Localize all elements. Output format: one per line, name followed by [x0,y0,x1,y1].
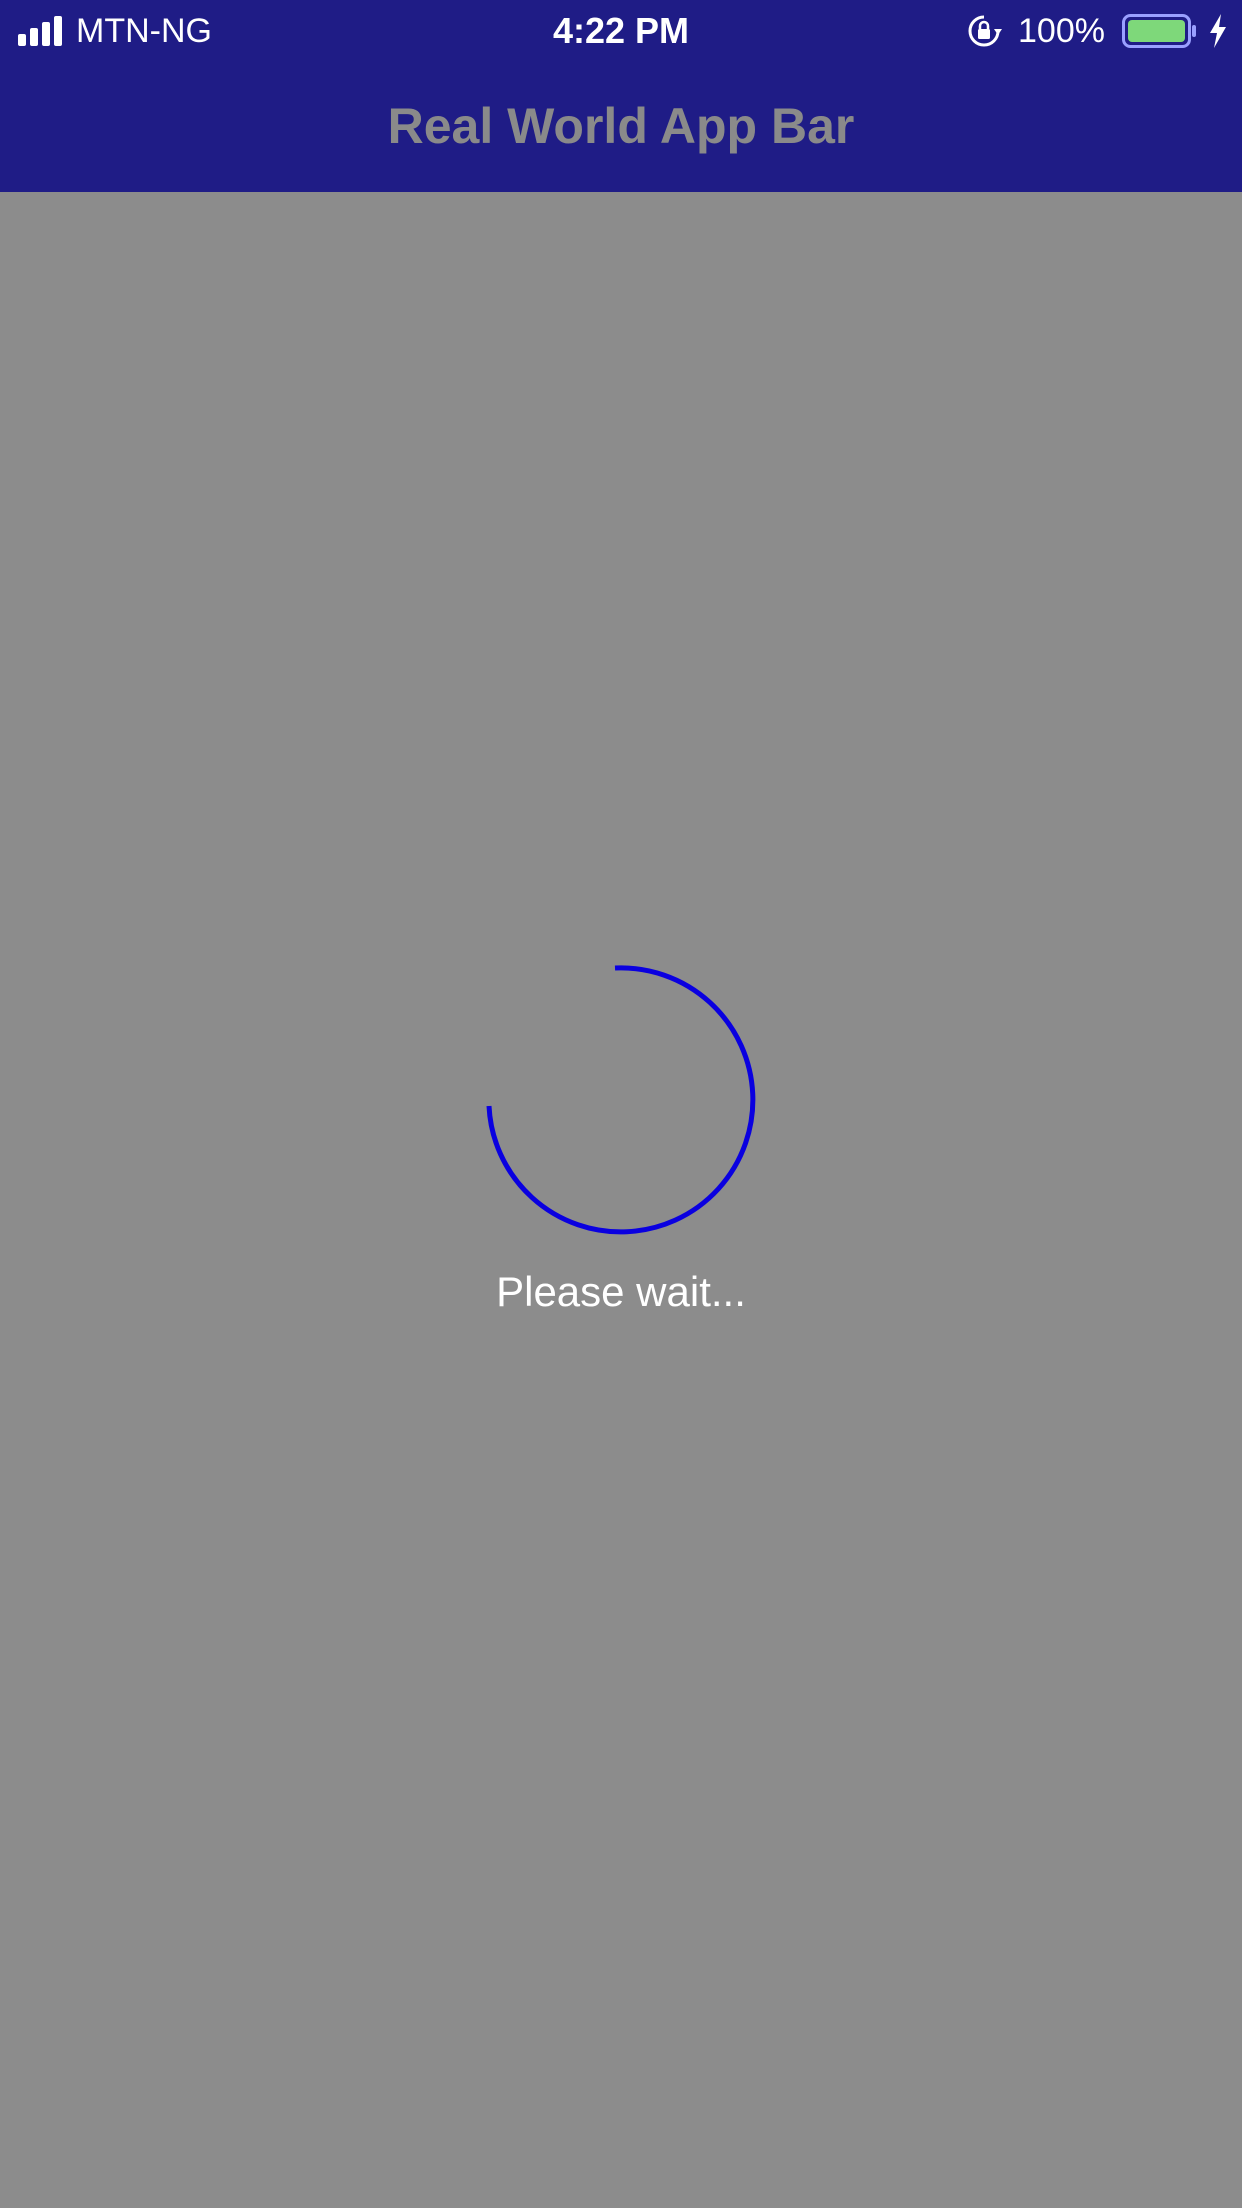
battery-icon [1122,14,1196,48]
loading-spinner-icon [486,965,756,1235]
charging-icon [1210,14,1226,48]
loading-overlay: Please wait... [0,958,1242,1338]
app-header: MTN-NG 4:22 PM 100% Real World App Bar [0,0,1242,192]
loading-message: Please wait... [496,1268,746,1315]
rotation-lock-icon [968,15,1002,47]
battery-percentage: 100% [1018,12,1105,50]
app-screen: MTN-NG 4:22 PM 100% Real World App Bar P… [0,0,1242,2208]
app-bar-title: Real World App Bar [387,98,855,154]
status-bar: MTN-NG 4:22 PM 100% [0,0,1242,62]
